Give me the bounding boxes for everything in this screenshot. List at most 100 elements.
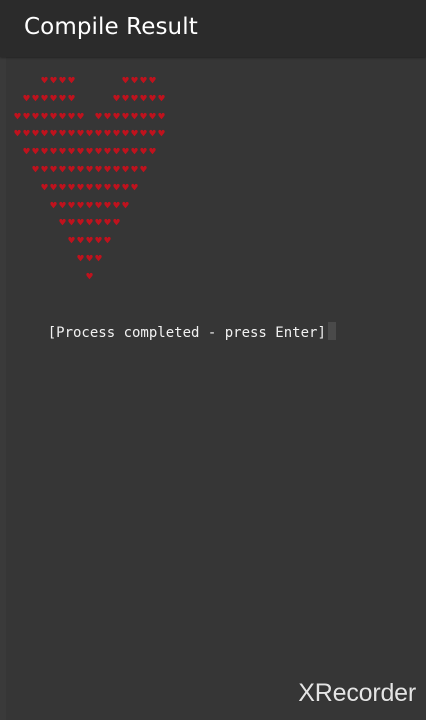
heart-glyph: ♥ (149, 91, 156, 105)
heart-glyph: ♥ (50, 127, 57, 141)
heart-glyph: ♥ (86, 162, 93, 176)
heart-glyph: ♥ (104, 109, 111, 123)
heart-space (94, 90, 103, 108)
heart-glyph: ♥ (122, 198, 129, 212)
heart-space (31, 250, 40, 268)
heart-space (31, 72, 40, 90)
heart-glyph: ♥ (77, 198, 84, 212)
heart-space (76, 72, 85, 90)
heart-glyph: ♥ (86, 216, 93, 230)
heart-glyph: ♥ (50, 162, 57, 176)
heart-glyph: ♥ (104, 234, 111, 248)
terminal-cursor (327, 322, 336, 340)
heart-glyph: ♥ (95, 180, 102, 194)
heart-glyph: ♥ (23, 145, 30, 159)
heart-glyph: ♥ (32, 145, 39, 159)
heart-space (22, 214, 31, 232)
heart-glyph: ♥ (59, 91, 66, 105)
heart-space (22, 161, 31, 179)
heart-space (22, 179, 31, 197)
heart-glyph: ♥ (50, 198, 57, 212)
heart-space (40, 214, 49, 232)
heart-glyph: ♥ (140, 91, 147, 105)
heart-space (22, 72, 31, 90)
heart-glyph: ♥ (113, 109, 120, 123)
heart-glyph: ♥ (86, 127, 93, 141)
heart-space (85, 108, 94, 126)
heart-space (103, 90, 112, 108)
xrecorder-watermark: XRecorder (298, 679, 416, 707)
heart-glyph: ♥ (50, 180, 57, 194)
heart-space (13, 72, 22, 90)
heart-glyph: ♥ (149, 109, 156, 123)
heart-row: ♥ ♥ ♥ ♥ ♥ ♥ ♥ ♥ ♥ ♥ ♥ ♥ ♥ ♥ ♥ (13, 143, 173, 161)
heart-glyph: ♥ (122, 91, 129, 105)
heart-space (40, 268, 49, 286)
heart-glyph: ♥ (59, 216, 66, 230)
heart-glyph: ♥ (68, 216, 75, 230)
heart-glyph: ♥ (113, 216, 120, 230)
heart-space (58, 250, 67, 268)
heart-glyph: ♥ (95, 109, 102, 123)
heart-row: ♥ ♥ ♥ ♥ ♥ ♥ ♥ ♥ ♥ ♥ ♥ (13, 179, 173, 197)
heart-glyph: ♥ (23, 109, 30, 123)
heart-space (22, 268, 31, 286)
compile-result-screen: Compile Result ♥ ♥ ♥ ♥ ♥ ♥ ♥ ♥ ♥ ♥ ♥ ♥ ♥ ♥ ♥ ♥ ♥ ♥ ♥ ♥ ♥ ♥… (0, 0, 426, 720)
heart-glyph: ♥ (131, 162, 138, 176)
heart-space (58, 268, 67, 286)
heart-glyph: ♥ (122, 180, 129, 194)
heart-glyph: ♥ (113, 127, 120, 141)
heart-space (13, 214, 22, 232)
heart-glyph: ♥ (41, 74, 48, 87)
heart-glyph: ♥ (14, 109, 21, 123)
heart-glyph: ♥ (77, 162, 84, 176)
heart-space (49, 250, 58, 268)
heart-space (13, 197, 22, 215)
heart-glyph: ♥ (95, 234, 102, 248)
heart-glyph: ♥ (59, 109, 66, 123)
heart-glyph: ♥ (113, 162, 120, 176)
heart-glyph: ♥ (68, 109, 75, 123)
heart-space (13, 232, 22, 250)
heart-glyph: ♥ (77, 145, 84, 159)
heart-glyph: ♥ (158, 127, 165, 141)
heart-glyph: ♥ (131, 91, 138, 105)
heart-glyph: ♥ (140, 145, 147, 159)
heart-glyph: ♥ (95, 216, 102, 230)
heart-glyph: ♥ (149, 127, 156, 141)
heart-glyph: ♥ (95, 198, 102, 212)
heart-glyph: ♥ (41, 109, 48, 123)
heart-space (13, 268, 22, 286)
heart-glyph: ♥ (122, 145, 129, 159)
heart-glyph: ♥ (59, 145, 66, 159)
heart-glyph: ♥ (104, 216, 111, 230)
heart-row: ♥ (13, 268, 173, 286)
heart-space (76, 268, 85, 286)
heart-space (85, 90, 94, 108)
heart-space (13, 90, 22, 108)
heart-space (49, 214, 58, 232)
heart-glyph: ♥ (104, 180, 111, 194)
heart-space (94, 72, 103, 90)
heart-glyph: ♥ (68, 91, 75, 105)
heart-glyph: ♥ (113, 145, 120, 159)
heart-glyph: ♥ (50, 91, 57, 105)
heart-glyph: ♥ (86, 180, 93, 194)
heart-glyph: ♥ (86, 234, 93, 248)
page-title: Compile Result (24, 14, 198, 40)
heart-glyph: ♥ (77, 127, 84, 141)
heart-glyph: ♥ (104, 162, 111, 176)
heart-glyph: ♥ (131, 180, 138, 194)
heart-glyph: ♥ (59, 162, 66, 176)
heart-space (31, 232, 40, 250)
heart-glyph: ♥ (149, 145, 156, 159)
heart-glyph: ♥ (14, 127, 21, 141)
heart-glyph: ♥ (131, 127, 138, 141)
heart-glyph: ♥ (59, 74, 66, 87)
heart-glyph: ♥ (122, 162, 129, 176)
heart-space (40, 197, 49, 215)
heart-glyph: ♥ (140, 162, 147, 176)
heart-glyph: ♥ (41, 162, 48, 176)
heart-space (31, 179, 40, 197)
heart-row: ♥ ♥ ♥ ♥ ♥ (13, 232, 173, 250)
